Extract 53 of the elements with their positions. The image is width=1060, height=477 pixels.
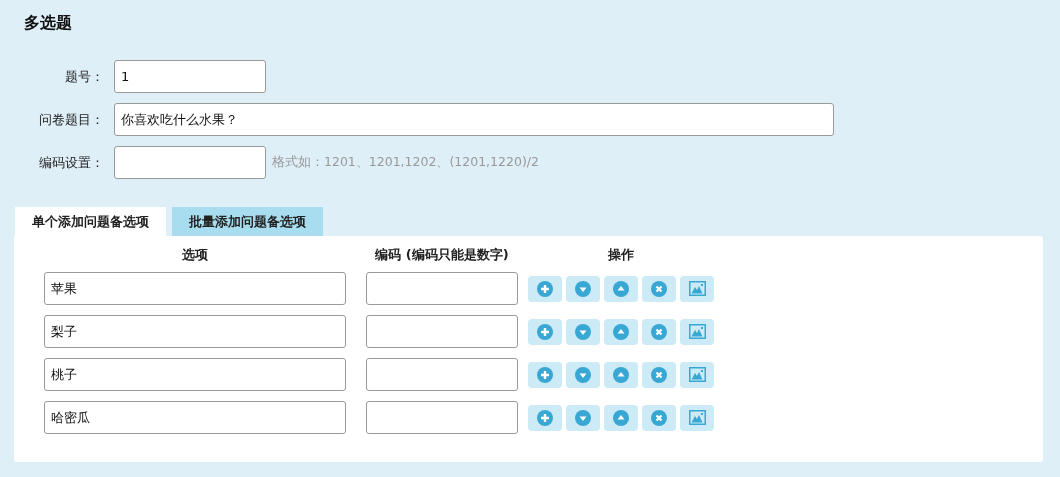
close-icon [651,323,667,340]
remove-button[interactable] [642,318,676,345]
code-input[interactable] [366,315,518,348]
plus-icon [537,280,553,297]
down-button[interactable] [566,361,600,388]
column-header: 选项 [181,246,209,264]
image-icon [688,281,706,296]
image-button[interactable] [680,404,714,431]
image-icon [688,367,706,382]
image-button[interactable] [680,361,714,388]
code-input[interactable] [366,272,518,305]
down-button[interactable] [566,404,600,431]
option-input[interactable]: 苹果 [44,272,346,305]
image-button[interactable] [680,275,714,302]
plus-icon [537,323,553,340]
down-button[interactable] [566,275,600,302]
close-icon [651,366,667,383]
option-input[interactable]: 哈密瓜 [44,401,346,434]
image-button[interactable] [680,318,714,345]
down-button[interactable] [566,318,600,345]
input-field[interactable]: 1 [114,60,266,93]
up-button[interactable] [604,318,638,345]
add-button[interactable] [528,361,562,388]
field-label: 题号： [64,67,105,86]
input-field[interactable] [114,146,266,179]
remove-button[interactable] [642,404,676,431]
plus-icon [537,409,553,426]
format-hint: 格式如：1201、1201,1202、(1201,1220)/2 [272,154,539,171]
option-input[interactable]: 梨子 [44,315,346,348]
plus-icon [537,366,553,383]
up-button[interactable] [604,404,638,431]
field-label: 问卷题目： [38,110,105,129]
close-icon [651,280,667,297]
option-input[interactable]: 桃子 [44,358,346,391]
input-field[interactable]: 你喜欢吃什么水果？ [114,103,834,136]
field-label: 编码设置： [38,153,105,172]
add-button[interactable] [528,318,562,345]
image-icon [688,410,706,425]
code-input[interactable] [366,358,518,391]
remove-button[interactable] [642,361,676,388]
close-icon [651,409,667,426]
remove-button[interactable] [642,275,676,302]
add-button[interactable] [528,275,562,302]
add-button[interactable] [528,404,562,431]
code-input[interactable] [366,401,518,434]
column-header: 操作 [607,246,635,264]
column-header: 编码 (编码只能是数字) [374,246,510,264]
up-button[interactable] [604,275,638,302]
image-icon [688,324,706,339]
tab[interactable]: 单个添加问题备选项 [15,207,166,236]
tab[interactable]: 批量添加问题备选项 [172,207,323,236]
page-title: 多选题 [24,12,73,34]
up-button[interactable] [604,361,638,388]
